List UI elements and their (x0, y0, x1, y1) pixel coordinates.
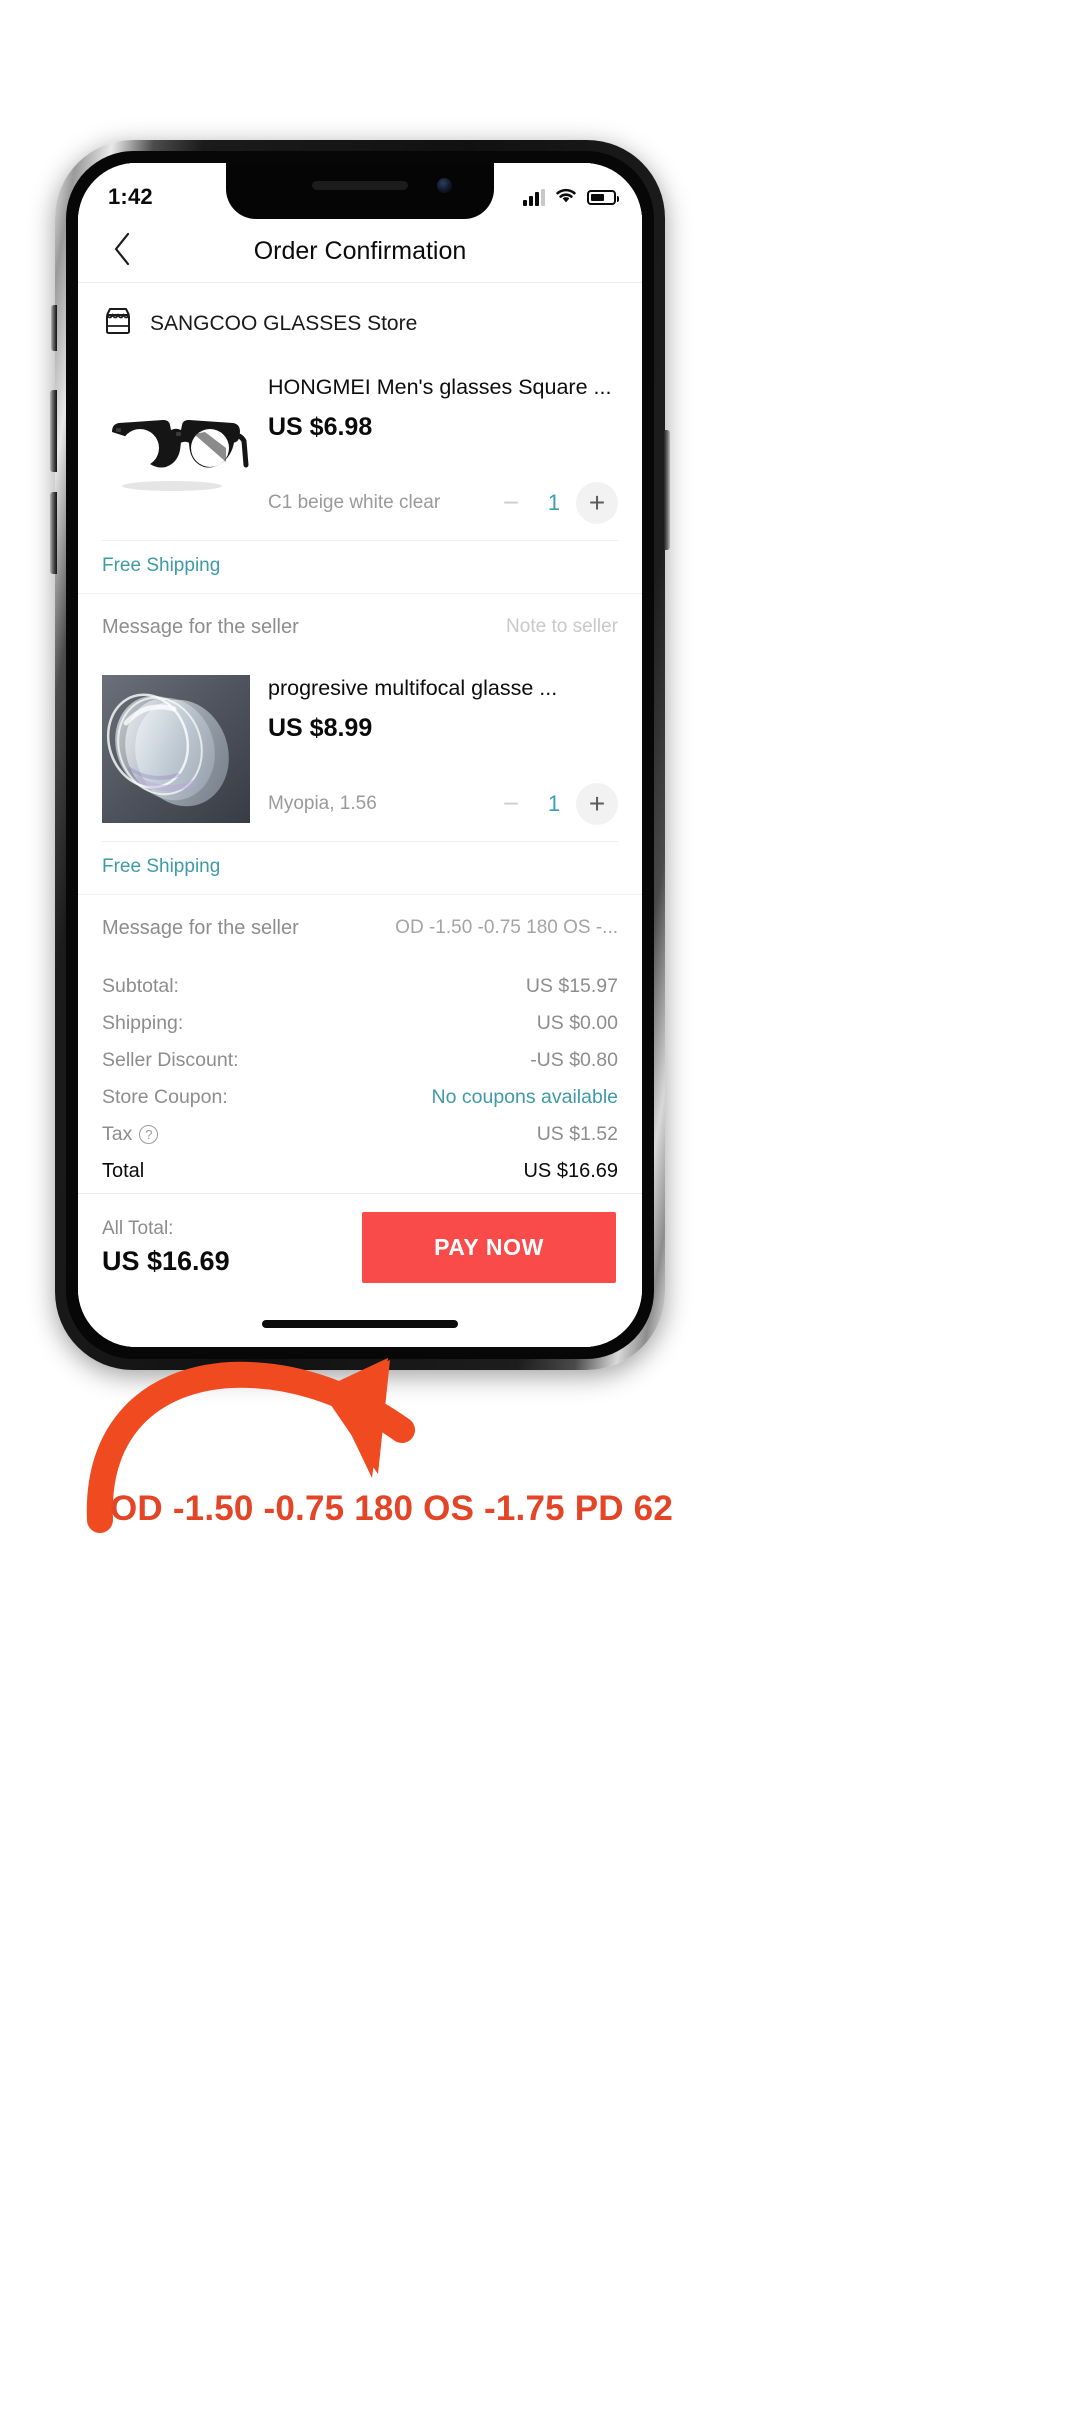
message-for-seller-input[interactable]: OD -1.50 -0.75 180 OS -... (395, 917, 618, 939)
phone-screen: 1:42 Order Confirmation SANGCOO GLASSES … (78, 163, 642, 1347)
store-name: SANGCOO GLASSES Store (150, 311, 418, 335)
message-for-seller-label: Message for the seller (102, 615, 299, 638)
device-notch (226, 163, 494, 219)
quantity-value[interactable]: 1 (536, 490, 572, 516)
summary-label: Seller Discount: (102, 1048, 239, 1071)
summary-row-subtotal: Subtotal: US $15.97 (102, 968, 618, 1005)
all-total-block: All Total: US $16.69 (102, 1218, 230, 1277)
volume-down-button[interactable] (50, 492, 57, 574)
message-for-seller-row[interactable]: Message for the seller Note to seller (78, 592, 642, 663)
product-image (102, 374, 250, 522)
product-variant[interactable]: Myopia, 1.56 (268, 793, 377, 815)
quantity-increase-button[interactable]: + (576, 782, 618, 825)
order-confirmation-app: 1:42 Order Confirmation SANGCOO GLASSES … (78, 163, 642, 1347)
quantity-decrease-button[interactable]: − (490, 783, 532, 825)
quantity-value[interactable]: 1 (536, 791, 572, 817)
annotation-text: OD -1.50 -0.75 180 OS -1.75 PD 62 (110, 1489, 674, 1528)
phone-device-frame: 1:42 Order Confirmation SANGCOO GLASSES … (50, 140, 670, 1370)
earpiece-speaker-icon (312, 181, 408, 190)
free-shipping-label: Free Shipping (102, 554, 221, 576)
page-title: Order Confirmation (253, 237, 467, 265)
store-coupon-value[interactable]: No coupons available (432, 1086, 618, 1109)
store-row[interactable]: SANGCOO GLASSES Store (78, 283, 642, 362)
quantity-increase-button[interactable]: + (576, 481, 618, 524)
status-time: 1:42 (108, 184, 153, 209)
all-total-label: All Total: (102, 1218, 174, 1239)
product-row[interactable]: HONGMEI Men's glasses Square ... US $6.9… (78, 362, 642, 524)
battery-icon (587, 189, 619, 205)
home-indicator[interactable] (78, 1301, 642, 1347)
summary-value: -US $0.80 (530, 1048, 618, 1071)
front-camera-icon (437, 178, 452, 193)
product-variant-row: C1 beige white clear − 1 + (268, 481, 618, 524)
nav-header: Order Confirmation (78, 221, 642, 283)
volume-up-button[interactable] (50, 390, 57, 472)
shipping-row[interactable]: Free Shipping (78, 841, 642, 894)
summary-label: Tax ? (102, 1122, 159, 1146)
power-button[interactable] (663, 430, 670, 550)
order-summary: Subtotal: US $15.97 Shipping: US $0.00 S… (78, 963, 642, 1193)
summary-row-store-coupon[interactable]: Store Coupon: No coupons available (102, 1079, 618, 1116)
product-variant-row: Myopia, 1.56 − 1 + (268, 782, 618, 825)
product-price: US $8.99 (268, 713, 373, 742)
summary-label: Subtotal: (102, 974, 179, 997)
product-title[interactable]: HONGMEI Men's glasses Square ... (268, 374, 618, 401)
pay-now-button[interactable]: PAY NOW (362, 1212, 616, 1283)
phone-bezel: 1:42 Order Confirmation SANGCOO GLASSES … (66, 151, 654, 1359)
summary-row-tax: Tax ? US $1.52 (102, 1116, 618, 1153)
wifi-icon (554, 186, 578, 209)
product-image (102, 674, 250, 823)
pay-bar: All Total: US $16.69 PAY NOW (78, 1193, 642, 1301)
silent-switch-button[interactable] (51, 305, 57, 351)
product-info: HONGMEI Men's glasses Square ... US $6.9… (250, 368, 618, 524)
summary-row-seller-discount: Seller Discount: -US $0.80 (102, 1042, 618, 1079)
product-title[interactable]: progresive multifocal glasse ... (268, 675, 618, 702)
summary-label: Store Coupon: (102, 1085, 228, 1108)
summary-label: Shipping: (102, 1011, 184, 1034)
product-info: progresive multifocal glasse ... US $8.9… (250, 669, 618, 825)
summary-label: Total (102, 1159, 145, 1182)
summary-row-shipping: Shipping: US $0.00 (102, 1005, 618, 1042)
message-for-seller-label: Message for the seller (102, 916, 299, 939)
screenshot-stage: 1:42 Order Confirmation SANGCOO GLASSES … (0, 0, 1080, 2412)
summary-value: US $16.69 (523, 1159, 618, 1182)
store-section: SANGCOO GLASSES Store HONGMEI Men's glas… (78, 283, 642, 1193)
summary-row-total: Total US $16.69 (102, 1153, 618, 1190)
summary-value: US $0.00 (536, 1011, 618, 1034)
summary-value: US $15.97 (525, 974, 618, 997)
quantity-decrease-button[interactable]: − (490, 482, 532, 524)
order-content-scroll[interactable]: SANGCOO GLASSES Store HONGMEI Men's glas… (78, 283, 642, 1193)
product-row[interactable]: progresive multifocal glasse ... US $8.9… (78, 662, 642, 825)
free-shipping-label: Free Shipping (102, 855, 221, 877)
shipping-row[interactable]: Free Shipping (78, 540, 642, 593)
message-for-seller-input[interactable]: Note to seller (506, 616, 618, 638)
question-mark-icon[interactable]: ? (139, 1124, 159, 1144)
signal-bars-icon (523, 188, 545, 206)
summary-value: US $1.52 (536, 1122, 618, 1145)
all-total-value: US $16.69 (102, 1246, 230, 1276)
message-for-seller-row[interactable]: Message for the seller OD -1.50 -0.75 18… (78, 893, 642, 964)
storefront-icon (102, 305, 134, 342)
product-variant[interactable]: C1 beige white clear (268, 492, 440, 514)
quantity-stepper[interactable]: − 1 + (490, 782, 618, 825)
tax-label-text: Tax (102, 1122, 133, 1145)
product-price: US $6.98 (268, 412, 373, 441)
quantity-stepper[interactable]: − 1 + (490, 481, 618, 524)
status-indicators (523, 186, 619, 209)
